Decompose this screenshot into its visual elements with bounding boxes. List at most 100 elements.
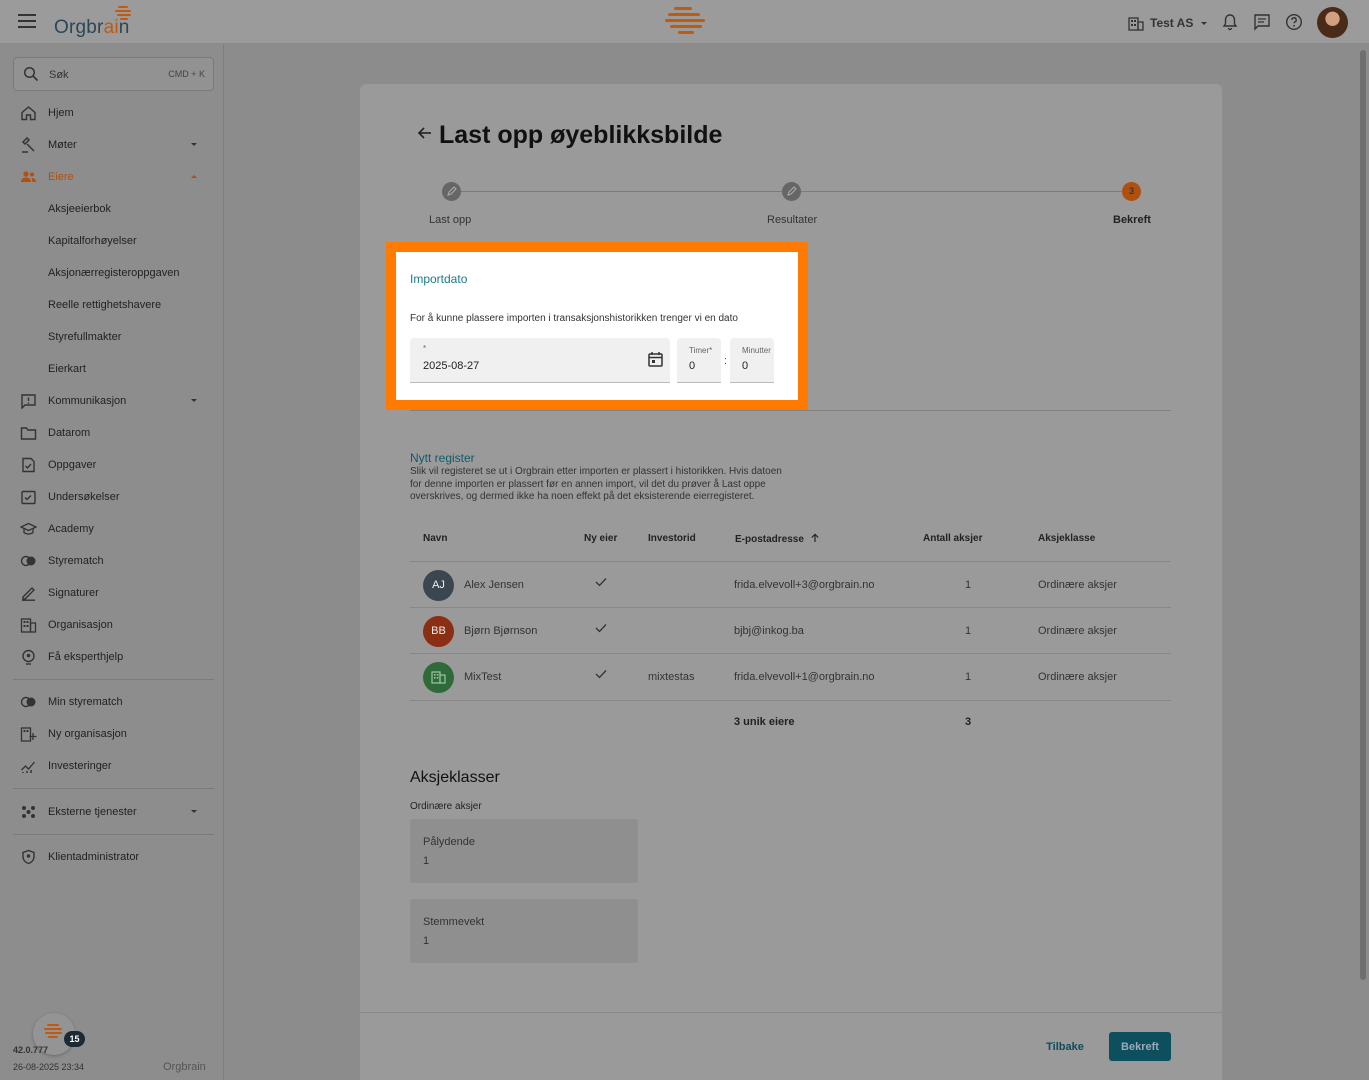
owner-share-class: Ordinære aksjer (1038, 625, 1117, 637)
help-icon[interactable] (1285, 13, 1303, 31)
brain-logo-icon (665, 7, 705, 34)
calendar-icon[interactable] (647, 351, 664, 368)
organization-selector[interactable]: Test AS (1128, 14, 1208, 32)
sidebar-item-label: Eiere (48, 171, 74, 183)
chat-icon[interactable] (1253, 13, 1271, 31)
share-class-name: Ordinære aksjer (410, 801, 482, 812)
confirm-button[interactable]: Bekreft (1109, 1032, 1171, 1061)
new-register-title: Nytt register (410, 451, 475, 465)
step-1-done-icon[interactable] (442, 182, 461, 201)
sidebar-item-boardmatch[interactable]: Styrematch (0, 545, 224, 577)
new-register-description: Slik vil registeret se ut i Orgbrain ett… (410, 466, 782, 503)
sidebar-item-home[interactable]: Hjem (0, 97, 224, 129)
building-icon (1128, 17, 1144, 31)
sidebar-item-client-admin[interactable]: Klientadministrator (0, 841, 224, 873)
sidebar-subitem-board-authorizations[interactable]: Styrefullmakter (0, 321, 224, 353)
owner-email: frida.elvevoll+3@orgbrain.no (734, 579, 875, 591)
sidebar-subitem-shareholder-register-report[interactable]: Aksjonærregisteroppgaven (0, 257, 224, 289)
sidebar-item-new-organization[interactable]: Ny organisasjon (0, 718, 224, 750)
search-label: Søk (49, 69, 69, 81)
step-2-done-icon[interactable] (782, 182, 801, 201)
step-label: Resultater (767, 214, 818, 226)
column-header-investor-id[interactable]: Investorid (648, 533, 696, 544)
arrow-left-icon[interactable] (417, 125, 433, 141)
scrollbar[interactable] (1360, 50, 1366, 980)
owner-shares: 1 (965, 579, 972, 591)
owner-email: bjbj@inkog.ba (734, 625, 804, 637)
hours-label: Timer* (689, 346, 713, 355)
import-date-description: For å kunne plassere importen i transaks… (410, 313, 738, 324)
sidebar-item-label: Aksjeeierbok (48, 203, 111, 215)
total-owners: 3 unik eiere (734, 716, 795, 728)
search-input[interactable]: Søk CMD + K (13, 57, 214, 91)
sidebar-item-external-services[interactable]: Eksterne tjenester (0, 796, 224, 828)
vote-weight-value: 1 (423, 935, 430, 947)
check-icon (595, 624, 607, 633)
stepper-connector (801, 191, 1122, 192)
sidebar-item-label: Academy (48, 523, 94, 535)
total-shares: 3 (965, 716, 972, 728)
owner-name: Bjørn Bjørnson (464, 625, 538, 637)
owner-shares: 1 (965, 671, 972, 683)
chart-icon (21, 761, 35, 773)
minutes-field[interactable]: Minutter 0 (730, 338, 774, 383)
column-header-email[interactable]: E-postadresse (735, 533, 820, 545)
table-row-divider (410, 653, 1171, 654)
sidebar-subitem-ownership-map[interactable]: Eierkart (0, 353, 224, 385)
add-building-icon (20, 727, 37, 742)
sidebar-item-organization[interactable]: Organisasjon (0, 609, 224, 641)
sidebar-subitem-capital-increases[interactable]: Kapitalforhøyelser (0, 225, 224, 257)
column-header-share-class[interactable]: Aksjeklasse (1038, 533, 1095, 544)
sidebar-subitem-shareholder-book[interactable]: Aksjeeierbok (0, 193, 224, 225)
owner-share-class: Ordinære aksjer (1038, 579, 1117, 591)
sidebar-item-investments[interactable]: Investeringer (0, 750, 224, 782)
sidebar-item-label: Hjem (48, 107, 74, 119)
column-header-new-owner[interactable]: Ny eier (584, 533, 617, 544)
sidebar-item-academy[interactable]: Academy (0, 513, 224, 545)
chevron-down-icon (1201, 21, 1208, 25)
vote-weight-label: Stemmevekt (423, 916, 485, 928)
brain-logo-icon (115, 6, 131, 20)
search-shortcut: CMD + K (168, 69, 205, 79)
column-header-shares[interactable]: Antall aksjer (923, 533, 982, 544)
sidebar-item-my-boardmatch[interactable]: Min styrematch (0, 686, 224, 718)
step-3-indicator[interactable]: 3 (1122, 182, 1141, 201)
bell-icon[interactable] (1221, 13, 1239, 31)
people-icon (21, 171, 36, 182)
sidebar-divider (13, 679, 214, 680)
footer-divider (360, 1012, 1222, 1013)
sidebar-subitem-beneficial-owners[interactable]: Reelle rettighetshavere (0, 289, 224, 321)
check-icon (595, 578, 607, 587)
hours-field[interactable]: Timer* 0 (677, 338, 721, 383)
sidebar-item-tasks[interactable]: Oppgaver (0, 449, 224, 481)
owner-name: Alex Jensen (464, 579, 524, 591)
date-field[interactable]: * 2025-08-27 (410, 338, 670, 383)
sidebar-item-surveys[interactable]: Undersøkelser (0, 481, 224, 513)
sidebar-item-expert-help[interactable]: Få eksperthjelp (0, 641, 224, 673)
user-avatar[interactable] (1317, 7, 1348, 38)
par-value-field: Pålydende 1 (410, 819, 638, 883)
par-value-label: Pålydende (423, 836, 475, 848)
sidebar-item-data-room[interactable]: Datarom (0, 417, 224, 449)
expert-help-icon (22, 649, 35, 665)
sidebar-item-meetings[interactable]: Møter (0, 129, 224, 161)
organization-name: Test AS (1150, 16, 1194, 30)
sort-ascending-icon (811, 533, 819, 542)
sidebar-item-label: Styrefullmakter (48, 331, 122, 343)
sidebar-item-label: Min styrematch (48, 696, 123, 708)
chevron-down-icon (191, 143, 197, 146)
column-header-name[interactable]: Navn (423, 533, 447, 544)
graduation-cap-icon (20, 522, 37, 535)
table-row-divider (410, 700, 1171, 701)
shield-icon (22, 849, 35, 865)
top-bar: Orgbrain Test AS (0, 0, 1369, 44)
sidebar-item-signatures[interactable]: Signaturer (0, 577, 224, 609)
owner-email: frida.elvevoll+1@orgbrain.no (734, 671, 875, 683)
sidebar-item-label: Klientadministrator (48, 851, 140, 863)
sidebar-item-owners[interactable]: Eiere (0, 161, 224, 193)
chevron-down-icon (191, 810, 197, 813)
menu-icon[interactable] (18, 14, 36, 28)
sidebar-item-communication[interactable]: Kommunikasjon (0, 385, 224, 417)
build-date: 26-08-2025 23:34 (13, 1062, 85, 1072)
back-button[interactable]: Tilbake (1038, 1033, 1092, 1061)
